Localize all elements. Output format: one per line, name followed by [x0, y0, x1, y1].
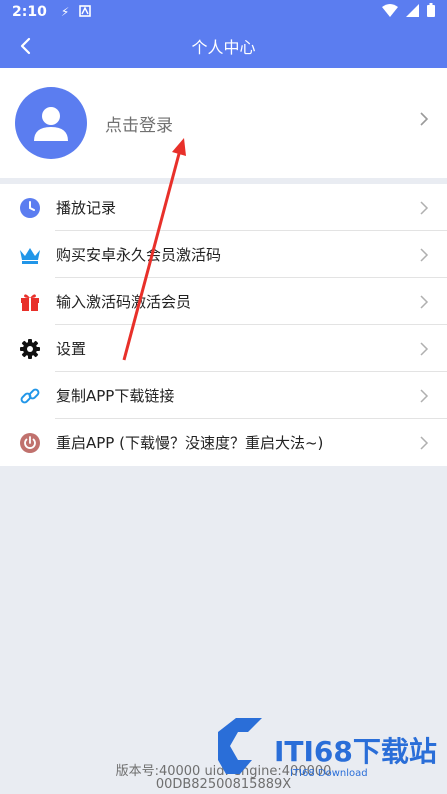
app-bar: 个人中心 [0, 24, 447, 68]
chevron-right-icon [420, 112, 429, 126]
menu-item-settings[interactable]: 设置 [0, 325, 447, 372]
watermark: ITI68下载站 ITI68 Download [218, 712, 438, 782]
wifi-icon [382, 3, 398, 21]
chevron-right-icon [420, 248, 429, 262]
avatar[interactable] [15, 87, 87, 159]
page-title: 个人中心 [191, 38, 256, 57]
status-bar: 2:10 ⚡ [0, 0, 447, 24]
menu-item-buy-membership[interactable]: 购买安卓永久会员激活码 [0, 231, 447, 278]
chevron-right-icon [420, 295, 429, 309]
menu-item-label: 播放记录 [56, 199, 117, 217]
chevron-right-icon [420, 201, 429, 215]
menu-item-activate-code[interactable]: 输入激活码激活会员 [0, 278, 447, 325]
crown-icon [18, 243, 42, 267]
menu-item-label: 重启APP (下载慢？没速度？重启大法~) [56, 434, 324, 452]
gear-icon [18, 337, 42, 361]
clock-icon [18, 196, 42, 220]
chevron-right-icon [420, 389, 429, 403]
power-icon [18, 431, 42, 455]
menu-item-label: 设置 [56, 340, 87, 358]
menu-item-label: 输入激活码激活会员 [56, 293, 192, 311]
status-right [382, 3, 435, 21]
gift-icon [18, 290, 42, 314]
back-button[interactable] [12, 32, 40, 60]
menu-item-play-history[interactable]: 播放记录 [0, 184, 447, 231]
menu-item-label: 复制APP下载链接 [56, 387, 175, 405]
link-icon [18, 384, 42, 408]
flash-icon: ⚡ [60, 5, 70, 19]
watermark-subtext: ITI68 Download [290, 768, 368, 779]
notification-icon [79, 4, 92, 20]
login-row[interactable]: 点击登录 [0, 68, 447, 178]
battery-icon [427, 3, 435, 21]
signal-icon [406, 3, 419, 21]
chevron-right-icon [420, 342, 429, 356]
user-icon [34, 107, 68, 141]
watermark-logo-icon [218, 718, 262, 774]
menu-item-label: 购买安卓永久会员激活码 [56, 246, 222, 264]
watermark-text: ITI68下载站 [274, 735, 437, 768]
status-time: 2:10 [12, 4, 47, 20]
menu-item-copy-link[interactable]: 复制APP下载链接 [0, 372, 447, 419]
login-label: 点击登录 [105, 115, 173, 136]
menu-item-restart-app[interactable]: 重启APP (下载慢？没速度？重启大法~) [0, 419, 447, 466]
menu-list: 播放记录 购买安卓永久会员激活码 输入激活码激活会员 设置 复制APP下载链接 … [0, 184, 447, 466]
chevron-right-icon [420, 436, 429, 450]
back-arrow-icon [20, 37, 31, 55]
